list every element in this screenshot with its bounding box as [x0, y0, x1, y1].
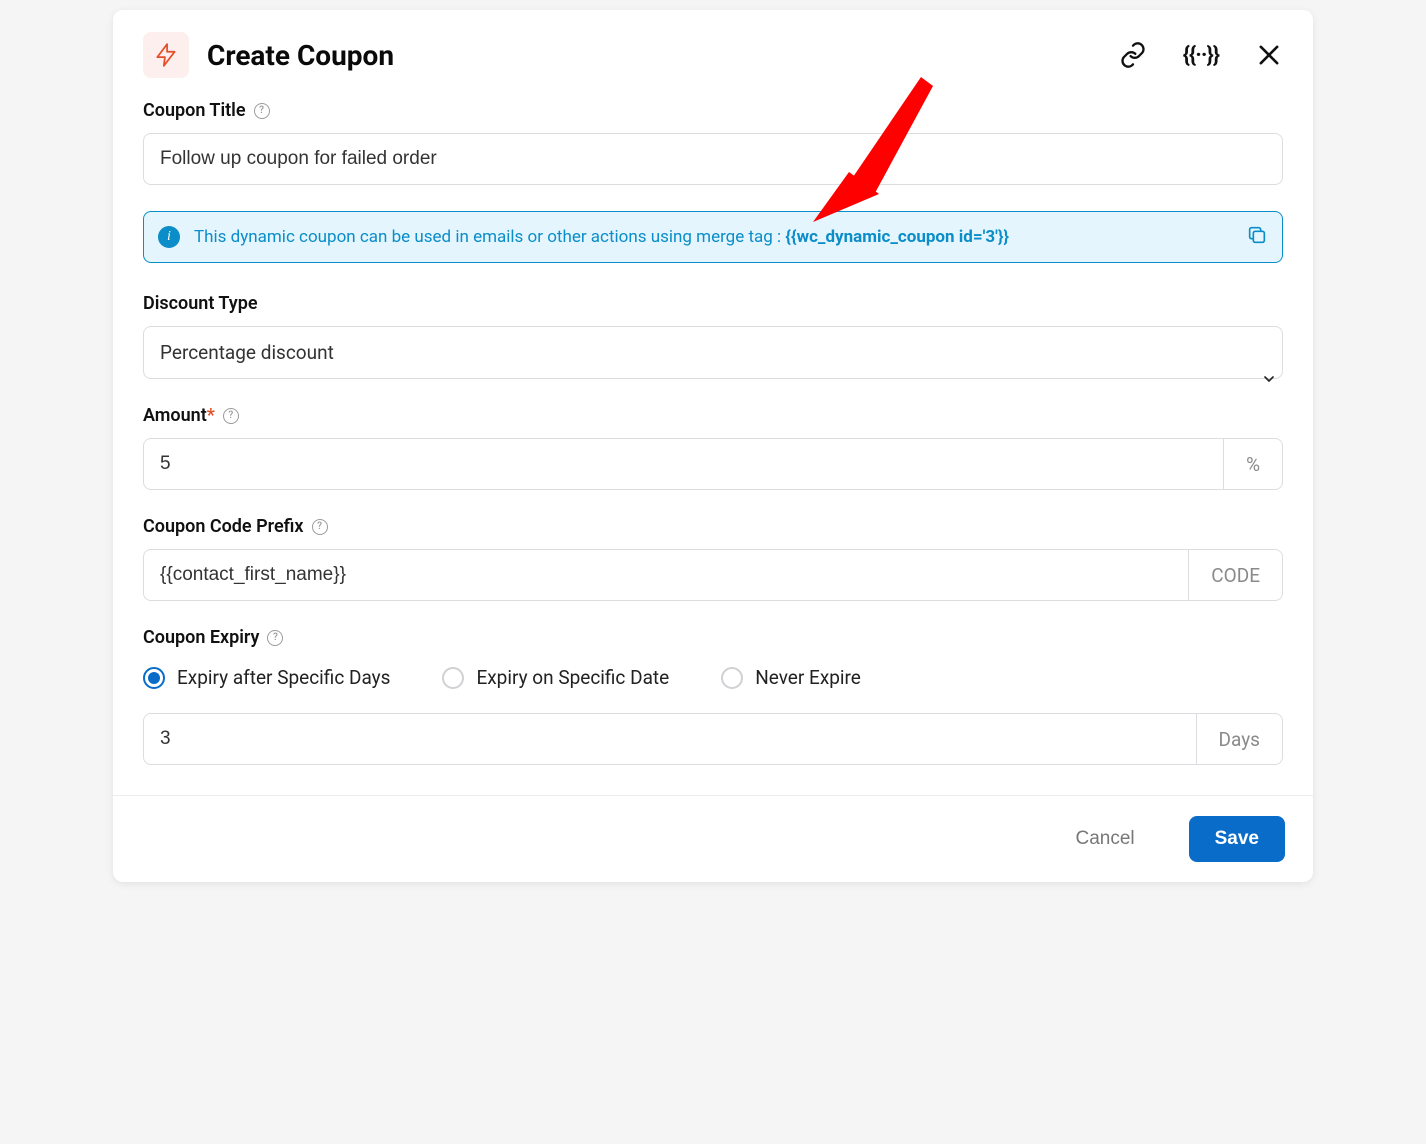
header-left: Create Coupon	[143, 32, 394, 78]
coupon-title-label: Coupon Title ?	[143, 100, 270, 121]
radio-label-never: Never Expire	[755, 666, 861, 689]
radio-circle	[442, 667, 464, 689]
coupon-expiry-label: Coupon Expiry ?	[143, 627, 283, 648]
link-icon[interactable]	[1119, 41, 1147, 69]
expiry-days-input-group: Days	[143, 713, 1283, 765]
info-banner-prefix: This dynamic coupon can be used in email…	[194, 227, 785, 247]
modal-header: Create Coupon {{··}}	[113, 10, 1313, 90]
radio-expiry-never[interactable]: Never Expire	[721, 666, 861, 689]
modal-body: Coupon Title ? i This dynamic coupon can…	[113, 90, 1313, 795]
info-icon: i	[158, 226, 180, 248]
expiry-days-suffix: Days	[1197, 713, 1283, 765]
amount-label-text: Amount	[143, 405, 207, 426]
expiry-radio-row: Expiry after Specific Days Expiry on Spe…	[143, 666, 1283, 689]
copy-icon[interactable]	[1246, 224, 1268, 250]
help-icon[interactable]: ?	[254, 103, 270, 119]
coupon-prefix-suffix: CODE	[1189, 549, 1283, 601]
amount-input[interactable]	[143, 438, 1224, 490]
discount-type-label: Discount Type	[143, 293, 258, 314]
discount-type-select[interactable]: Percentage discount	[143, 326, 1283, 379]
header-right: {{··}}	[1119, 41, 1283, 69]
radio-label-specific-date: Expiry on Specific Date	[476, 666, 669, 689]
help-icon[interactable]: ?	[223, 408, 239, 424]
required-mark: *	[207, 405, 215, 426]
help-icon[interactable]: ?	[312, 519, 328, 535]
radio-expiry-specific-days[interactable]: Expiry after Specific Days	[143, 666, 390, 689]
save-button[interactable]: Save	[1189, 816, 1285, 862]
amount-input-group: %	[143, 438, 1283, 490]
discount-type-select-wrap: Percentage discount	[143, 326, 1283, 379]
info-banner-text: This dynamic coupon can be used in email…	[194, 227, 1232, 247]
amount-suffix: %	[1224, 438, 1283, 490]
amount-label: Amount* ?	[143, 405, 239, 426]
coupon-prefix-input[interactable]	[143, 549, 1189, 601]
modal-title: Create Coupon	[207, 39, 394, 72]
cancel-button[interactable]: Cancel	[1049, 816, 1160, 862]
coupon-expiry-group: Coupon Expiry ? Expiry after Specific Da…	[143, 627, 1283, 765]
coupon-expiry-label-text: Coupon Expiry	[143, 627, 259, 648]
coupon-title-label-text: Coupon Title	[143, 100, 246, 121]
radio-label-specific-days: Expiry after Specific Days	[177, 666, 390, 689]
info-banner-merge-tag: {{wc_dynamic_coupon id='3'}}	[785, 227, 1009, 247]
radio-circle	[721, 667, 743, 689]
amount-group: Amount* ? %	[143, 405, 1283, 490]
coupon-prefix-label: Coupon Code Prefix ?	[143, 516, 328, 537]
coupon-prefix-label-text: Coupon Code Prefix	[143, 516, 304, 537]
radio-circle-selected	[143, 667, 165, 689]
help-icon[interactable]: ?	[267, 630, 283, 646]
create-coupon-modal: Create Coupon {{··}}	[113, 10, 1313, 882]
expiry-days-input[interactable]	[143, 713, 1197, 765]
bolt-icon	[143, 32, 189, 78]
modal-footer: Cancel Save	[113, 795, 1313, 882]
coupon-title-input[interactable]	[143, 133, 1283, 185]
coupon-prefix-group: Coupon Code Prefix ? CODE	[143, 516, 1283, 601]
coupon-prefix-input-group: CODE	[143, 549, 1283, 601]
coupon-title-group: Coupon Title ?	[143, 100, 1283, 185]
close-icon[interactable]	[1255, 41, 1283, 69]
discount-type-group: Discount Type Percentage discount	[143, 293, 1283, 379]
radio-expiry-specific-date[interactable]: Expiry on Specific Date	[442, 666, 669, 689]
info-banner: i This dynamic coupon can be used in ema…	[143, 211, 1283, 263]
merge-tag-icon[interactable]: {{··}}	[1183, 43, 1219, 68]
